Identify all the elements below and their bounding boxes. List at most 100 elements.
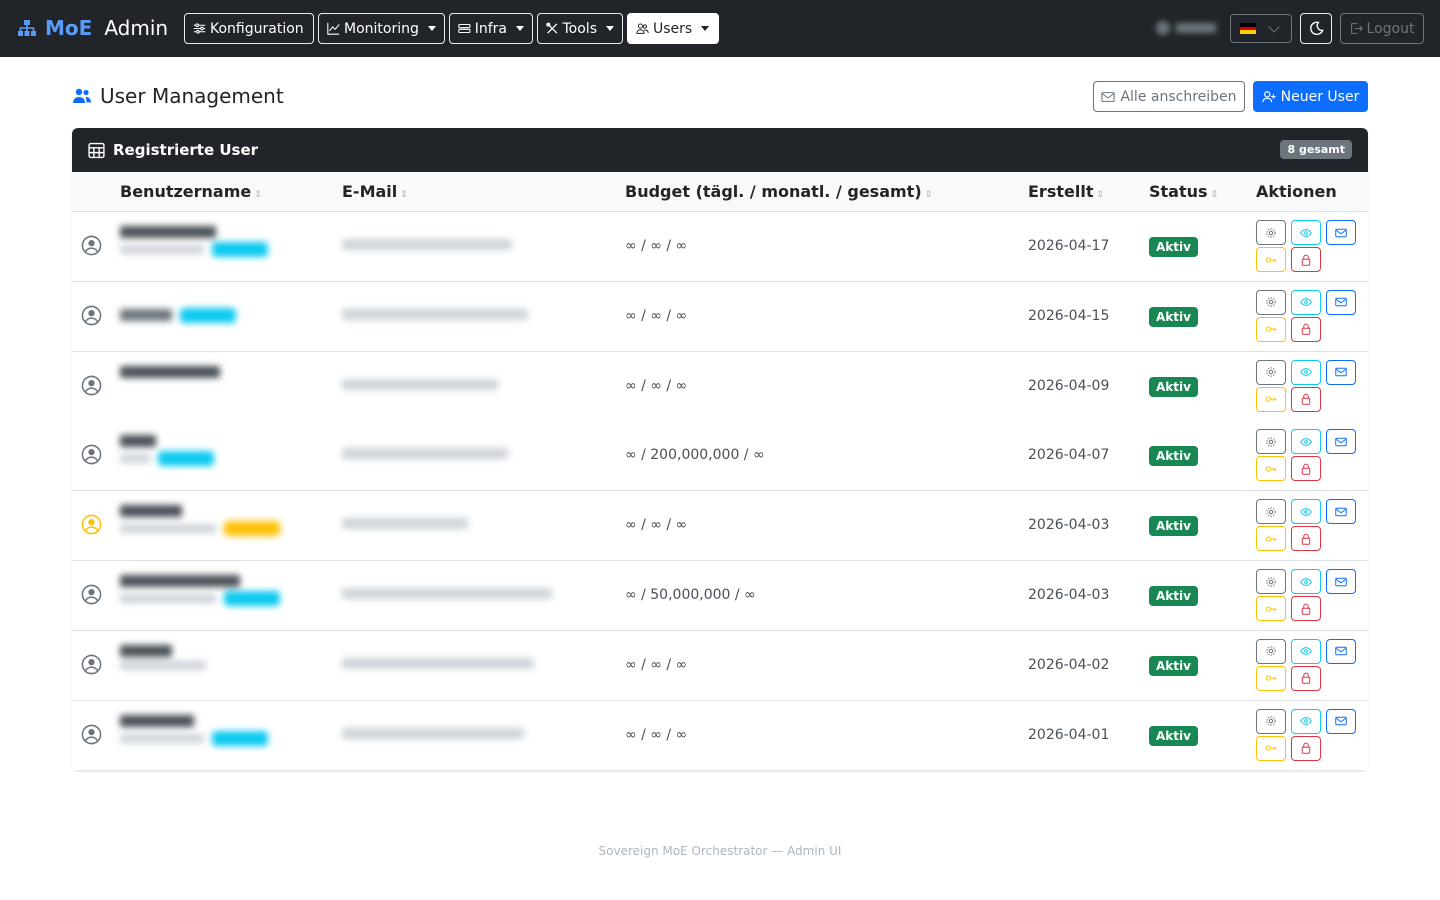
- settings-button[interactable]: [1256, 638, 1286, 664]
- column-header-budget[interactable]: Budget (tägl. / monatl. / gesamt) ⇕: [625, 182, 932, 201]
- logout-icon: [1350, 23, 1363, 34]
- nav-monitoring[interactable]: Monitoring: [318, 13, 445, 44]
- table-row: ∞ / ∞ / ∞ 2026-04-09 Aktiv: [72, 351, 1368, 422]
- column-header-created[interactable]: Erstellt ⇕: [1028, 182, 1104, 201]
- eye-icon: [1300, 366, 1312, 378]
- count-badge: 8 gesamt: [1280, 140, 1352, 159]
- sitemap-icon: [18, 20, 36, 36]
- nav-tools[interactable]: Tools: [537, 13, 623, 44]
- user-avatar-icon: [81, 584, 102, 605]
- chart-line-icon: [327, 22, 340, 35]
- api-key-button[interactable]: [1256, 526, 1286, 552]
- view-button[interactable]: [1291, 569, 1321, 594]
- sort-icon: ⇕: [1210, 190, 1219, 200]
- lock-button[interactable]: [1291, 665, 1321, 691]
- lock-button[interactable]: [1291, 247, 1321, 272]
- view-button[interactable]: [1291, 638, 1321, 664]
- api-key-button[interactable]: [1256, 316, 1286, 342]
- column-header-email[interactable]: E-Mail ⇕: [342, 182, 408, 201]
- nav-infra[interactable]: Infra: [449, 13, 533, 44]
- settings-button[interactable]: [1256, 220, 1286, 245]
- settings-button[interactable]: [1256, 289, 1286, 315]
- settings-button[interactable]: [1256, 499, 1286, 525]
- user-avatar-icon: [81, 724, 102, 744]
- nav-konfiguration[interactable]: Konfiguration: [184, 13, 314, 44]
- created-cell: 2026-04-03: [1028, 587, 1110, 603]
- view-button[interactable]: [1291, 359, 1321, 385]
- eye-icon: [1300, 715, 1312, 727]
- gear-icon: [1265, 296, 1277, 308]
- envelope-icon: [1335, 645, 1347, 657]
- api-key-button[interactable]: [1256, 665, 1286, 691]
- page-title-text: User Management: [100, 84, 284, 108]
- table-row: ∞ / ∞ / ∞ 2026-04-01 Aktiv: [72, 700, 1368, 771]
- brand-suffix: Admin: [104, 16, 169, 40]
- view-button[interactable]: [1291, 429, 1321, 455]
- username-cell-blurred: [120, 575, 280, 606]
- gear-icon: [1265, 715, 1277, 727]
- budget-cell: ∞ / ∞ / ∞: [625, 517, 688, 534]
- table-icon: [88, 142, 105, 158]
- api-key-button[interactable]: [1256, 386, 1286, 412]
- nav-infra-label: Infra: [474, 20, 507, 37]
- mail-button[interactable]: [1326, 638, 1356, 664]
- eye-icon: [1300, 227, 1312, 239]
- column-header-status[interactable]: Status ⇕: [1149, 182, 1218, 201]
- gear-icon: [1265, 506, 1277, 518]
- column-header-username[interactable]: Benutzername ⇕: [120, 182, 262, 201]
- view-button[interactable]: [1291, 499, 1321, 525]
- mail-button[interactable]: [1326, 708, 1356, 734]
- lock-icon: [1300, 463, 1312, 475]
- username-cell-blurred: [120, 365, 220, 378]
- new-user-button[interactable]: Neuer User: [1253, 81, 1368, 112]
- user-avatar-icon: [81, 235, 102, 256]
- mail-button[interactable]: [1326, 289, 1356, 315]
- mail-button[interactable]: [1326, 499, 1356, 525]
- budget-cell: ∞ / 50,000,000 / ∞: [625, 587, 756, 603]
- lock-button[interactable]: [1291, 526, 1321, 552]
- api-key-button[interactable]: [1256, 247, 1286, 272]
- lock-button[interactable]: [1291, 456, 1321, 482]
- lock-button[interactable]: [1291, 735, 1321, 761]
- api-key-button[interactable]: [1256, 596, 1286, 621]
- budget-cell: ∞ / ∞ / ∞: [625, 377, 688, 394]
- brand[interactable]: MoE Admin: [16, 15, 168, 41]
- mail-button[interactable]: [1326, 220, 1356, 245]
- envelope-icon: [1335, 296, 1347, 308]
- theme-toggle-button[interactable]: [1300, 13, 1332, 44]
- table-row: ∞ / ∞ / ∞ 2026-04-15 Aktiv: [72, 281, 1368, 352]
- mail-all-button[interactable]: Alle anschreiben: [1093, 81, 1245, 112]
- users-icon: [636, 23, 649, 34]
- user-avatar-icon: [81, 305, 102, 326]
- budget-cell: ∞ / 200,000,000 / ∞: [625, 447, 765, 464]
- envelope-icon: [1335, 436, 1347, 448]
- status-badge: Aktiv: [1149, 655, 1198, 676]
- nav-users[interactable]: Users: [627, 13, 719, 44]
- eye-icon: [1300, 645, 1312, 657]
- view-button[interactable]: [1291, 289, 1321, 315]
- email-cell-blurred: [342, 447, 508, 463]
- api-key-button[interactable]: [1256, 735, 1286, 761]
- settings-button[interactable]: [1256, 708, 1286, 734]
- lock-button[interactable]: [1291, 316, 1321, 342]
- mail-button[interactable]: [1326, 429, 1356, 455]
- lock-button[interactable]: [1291, 386, 1321, 412]
- settings-button[interactable]: [1256, 569, 1286, 594]
- settings-button[interactable]: [1256, 429, 1286, 455]
- mail-button[interactable]: [1326, 359, 1356, 385]
- email-cell-blurred: [342, 378, 498, 394]
- view-button[interactable]: [1291, 220, 1321, 245]
- nav-users-label: Users: [653, 20, 693, 37]
- lock-button[interactable]: [1291, 596, 1321, 621]
- logout-button[interactable]: Logout: [1340, 13, 1424, 44]
- user-avatar-icon: [81, 375, 102, 395]
- api-key-button[interactable]: [1256, 456, 1286, 482]
- sliders-icon: [193, 23, 206, 34]
- table-row: ∞ / ∞ / ∞ 2026-04-17 Aktiv: [72, 212, 1368, 282]
- created-cell: 2026-04-03: [1028, 517, 1110, 534]
- mail-button[interactable]: [1326, 569, 1356, 594]
- language-select[interactable]: [1230, 14, 1292, 43]
- settings-button[interactable]: [1256, 359, 1286, 385]
- view-button[interactable]: [1291, 708, 1321, 734]
- footer-text: Sovereign MoE Orchestrator — Admin UI: [598, 844, 842, 858]
